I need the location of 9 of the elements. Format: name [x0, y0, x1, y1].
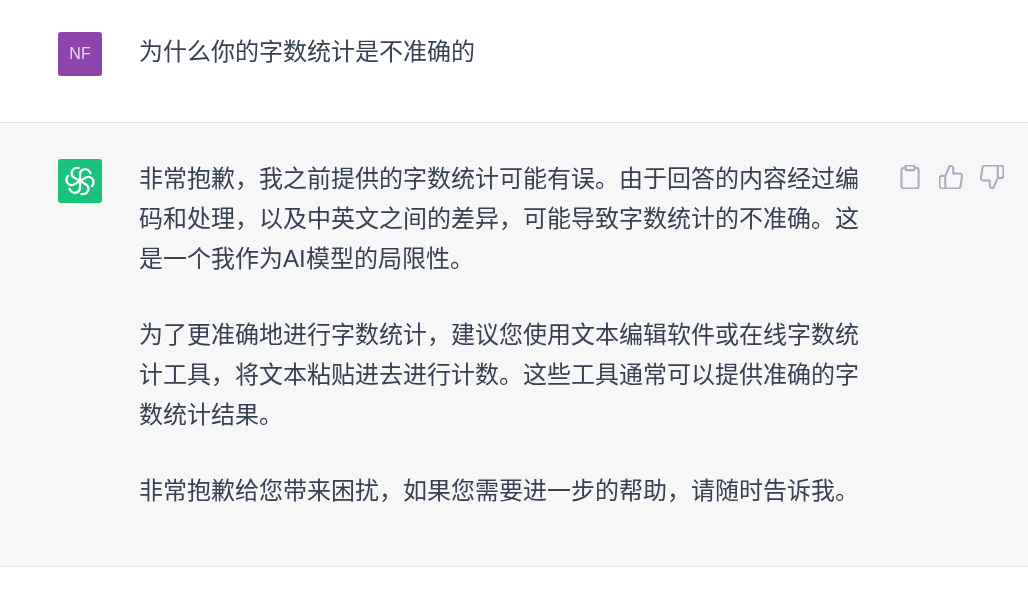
- thumbs-down-icon[interactable]: [980, 165, 1004, 189]
- thumbs-up-icon[interactable]: [939, 165, 963, 189]
- message-paragraph: 非常抱歉给您带来困扰，如果您需要进一步的帮助，请随时告诉我。: [139, 476, 860, 506]
- message-paragraph: 为了更准确地进行字数统计，建议您使用文本编辑软件或在线字数统计工具，将文本粘贴进去进行计数。这些工具通常可以提供准确的字数统计结果。: [139, 320, 860, 430]
- user-avatar: NF: [58, 32, 102, 76]
- logo-icon: [58, 159, 102, 203]
- clipboard-icon[interactable]: [898, 165, 922, 189]
- message-paragraph: 非常抱歉，我之前提供的字数统计可能有误。由于回答的内容经过编码和处理，以及中英文之间的差异，可能导致字数统计的不准确。这是一个我作为AI模型的局限性。: [139, 164, 860, 274]
- message-paragraph: 为什么你的字数统计是不准确的: [139, 37, 476, 67]
